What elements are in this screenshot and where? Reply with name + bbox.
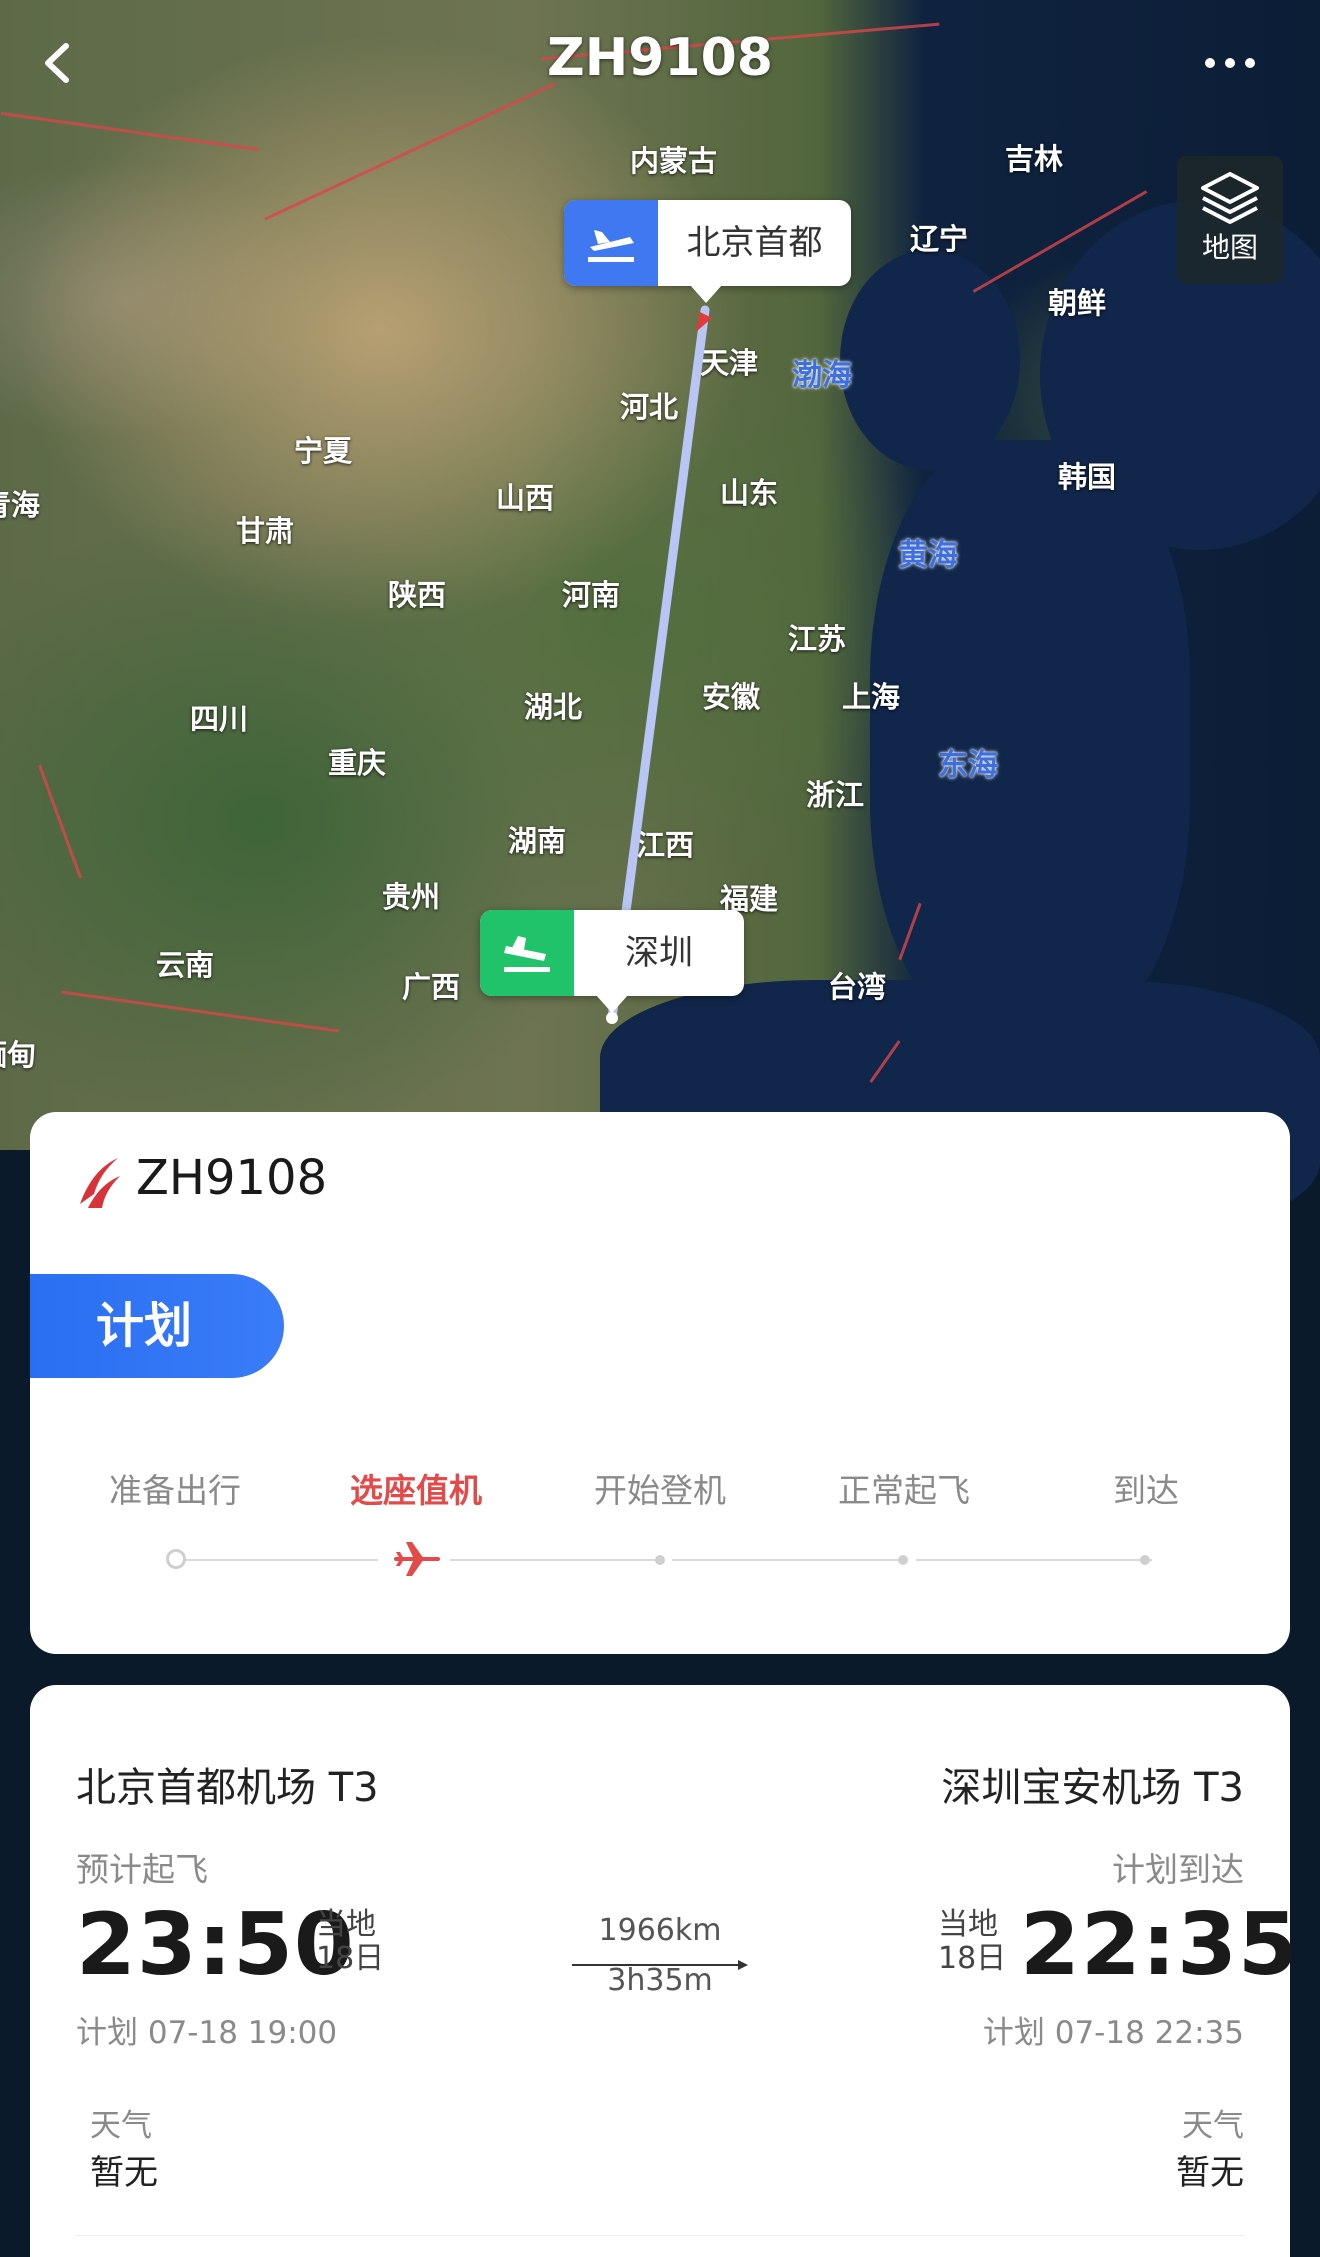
flight-status-card: ZH9108 计划 准备出行 选座值机 开始登机 正常起飞 到达 <box>30 1112 1290 1654</box>
local-date: 18日 <box>316 1941 385 1976</box>
takeoff-icon <box>564 200 658 286</box>
step-arrived: 到达 <box>1113 1471 1179 1510</box>
departure-weather: 暂无 <box>90 2153 158 2193</box>
progress-start-dot <box>166 1549 186 1569</box>
flight-times-card: 北京首都机场 T3 深圳宝安机场 T3 预计起飞 计划到达 23:50 当地 1… <box>30 1685 1298 2257</box>
top-bar: ZH9108 <box>0 0 1320 125</box>
arrival-time-label: 计划到达 <box>1112 1850 1244 1889</box>
progress-track <box>450 1559 664 1561</box>
flight-duration: 3h35m <box>607 1963 713 1998</box>
dest-airport-pin[interactable]: 深圳 <box>480 910 744 996</box>
progress-track <box>916 1559 1152 1561</box>
layers-icon <box>1201 172 1259 224</box>
flight-distance: 1966km <box>598 1913 722 1948</box>
progress-dot <box>898 1555 908 1565</box>
arrival-time: 22:35 <box>1020 1895 1299 1995</box>
divider <box>76 2235 1244 2236</box>
origin-airport-pin[interactable]: 北京首都 <box>564 200 851 286</box>
map-layers-button[interactable]: 地图 <box>1177 156 1283 284</box>
more-dots-icon <box>1205 58 1255 68</box>
progress-track <box>672 1559 908 1561</box>
local-label: 当地 <box>938 1907 998 1942</box>
status-badge: 计划 <box>30 1274 284 1378</box>
progress-track <box>176 1559 378 1561</box>
dest-pin-tail <box>596 995 628 1013</box>
airplane-icon <box>392 1534 442 1584</box>
departure-airport[interactable]: 北京首都机场 T3 <box>76 1755 379 1813</box>
arrival-local-tag: 当地 18日 <box>938 1908 1006 1976</box>
arrival-plan: 计划 07-18 22:35 <box>982 2015 1244 2051</box>
layers-label: 地图 <box>1201 231 1258 264</box>
local-label: 当地 <box>316 1907 376 1942</box>
landing-icon <box>480 910 574 996</box>
local-date: 18日 <box>938 1941 1007 1976</box>
origin-pin-tail <box>690 285 722 303</box>
step-prepare: 准备出行 <box>109 1471 241 1510</box>
departure-weather-label: 天气 <box>90 2108 152 2144</box>
departure-time: 23:50 <box>76 1895 355 1995</box>
flight-number: ZH9108 <box>136 1150 328 1206</box>
arrival-weather: 暂无 <box>1176 2153 1244 2193</box>
departure-local-tag: 当地 18日 <box>316 1908 384 1976</box>
step-departed: 正常起飞 <box>838 1471 970 1510</box>
step-boarding: 开始登机 <box>594 1471 726 1510</box>
dest-marker <box>606 1012 618 1024</box>
dest-pin-label: 深圳 <box>625 933 693 973</box>
arrival-weather-label: 天气 <box>1182 2108 1244 2144</box>
airline-logo <box>76 1152 122 1212</box>
progress-dot <box>655 1555 665 1565</box>
origin-pin-label: 北京首都 <box>686 223 823 263</box>
arrival-airport[interactable]: 深圳宝安机场 T3 <box>941 1755 1244 1813</box>
page-title: ZH9108 <box>547 28 773 88</box>
step-checkin: 选座值机 <box>350 1471 482 1510</box>
progress-dot <box>1140 1555 1150 1565</box>
departure-plan: 计划 07-18 19:00 <box>76 2015 338 2051</box>
departure-time-label: 预计起飞 <box>76 1850 208 1889</box>
more-button[interactable] <box>1200 48 1260 78</box>
